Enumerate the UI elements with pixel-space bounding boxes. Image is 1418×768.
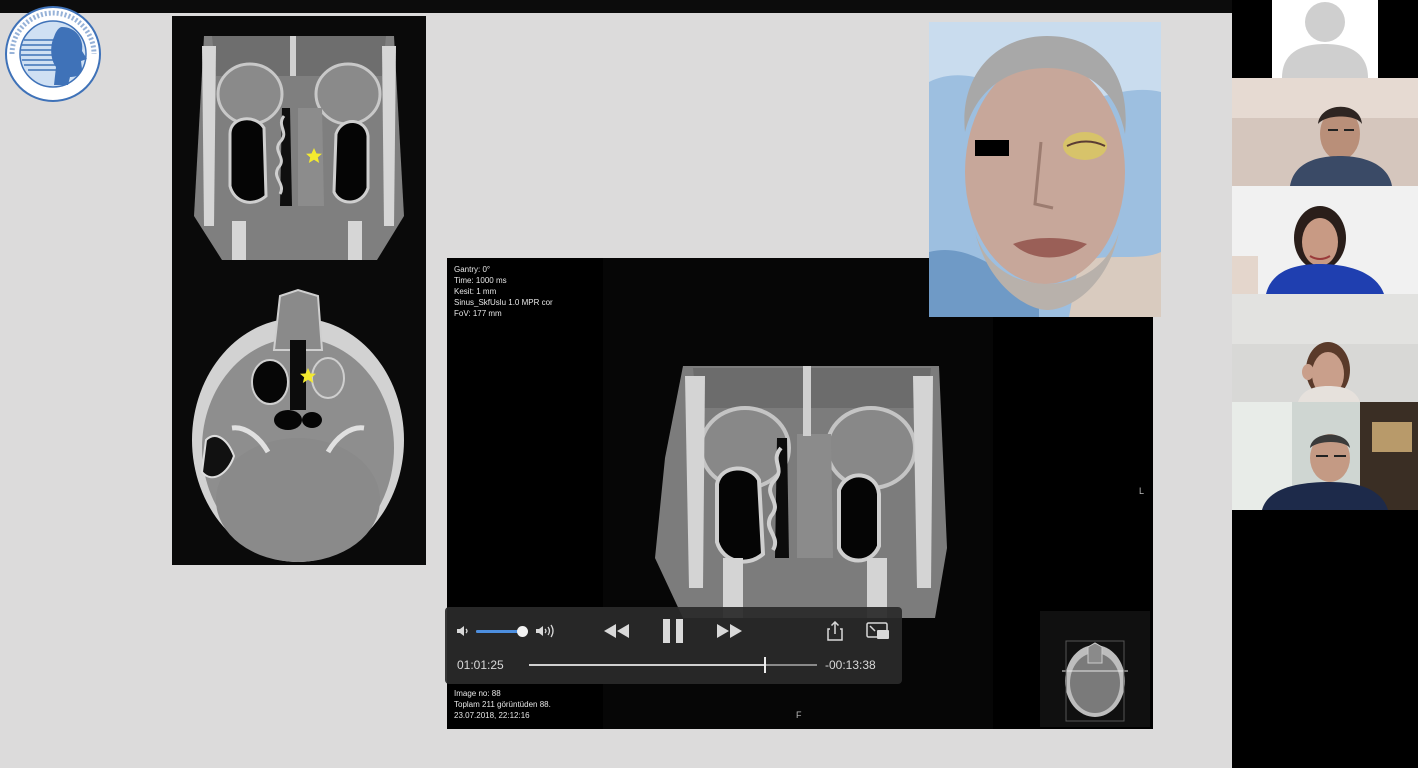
meta-line: Time: 1000 ms — [454, 276, 507, 285]
volume-slider[interactable] — [476, 626, 528, 637]
picture-in-picture-icon[interactable] — [866, 622, 890, 645]
participant-tile-1[interactable] — [1232, 0, 1418, 78]
speaker-high-icon[interactable] — [534, 623, 558, 644]
patient-photo — [929, 22, 1161, 317]
fast-forward-icon[interactable] — [716, 622, 744, 645]
volume-slider-handle[interactable] — [516, 626, 528, 637]
participant-tile-2[interactable] — [1232, 78, 1418, 186]
progress-fill — [529, 664, 766, 666]
meta-line: FoV: 177 mm — [454, 309, 502, 318]
meta-line: Kesit: 1 mm — [454, 287, 497, 296]
ct-coronal-image — [172, 16, 426, 260]
elapsed-time: 01:01:25 — [457, 658, 504, 672]
scout-thumbnail — [1040, 611, 1150, 727]
meta-line: 23.07.2018, 22:12:16 — [454, 711, 530, 720]
volume-slider-fill — [476, 630, 522, 633]
avatar-icon — [1305, 2, 1345, 42]
pause-icon[interactable] — [661, 618, 685, 649]
society-logo — [4, 5, 102, 103]
share-icon[interactable] — [827, 620, 843, 646]
top-bar — [0, 0, 1232, 13]
progress-handle[interactable] — [764, 657, 767, 673]
orientation-label-bottom: F — [796, 710, 802, 720]
viewer-metadata-top: Gantry: 0° Time: 1000 ms Kesit: 1 mm Sin… — [454, 264, 553, 319]
speaker-low-icon[interactable] — [455, 623, 471, 644]
meta-line: Sinus_SkfUslu 1.0 MPR cor — [454, 298, 553, 307]
meta-line: Image no: 88 — [454, 689, 501, 698]
ct-axial-image — [172, 260, 426, 565]
participants-panel — [1232, 0, 1418, 768]
viewer-metadata-bottom: Image no: 88 Toplam 211 görüntüden 88. 2… — [454, 688, 551, 721]
meta-line: Toplam 211 görüntüden 88. — [454, 700, 551, 709]
remaining-time: -00:13:38 — [825, 658, 876, 672]
participant-tile-3[interactable] — [1232, 186, 1418, 294]
progress-scrubber[interactable] — [529, 657, 817, 673]
video-player-controls[interactable]: 01:01:25 -00:13:38 — [445, 607, 902, 684]
participant-tile-5[interactable] — [1232, 402, 1418, 510]
rewind-icon[interactable] — [602, 622, 630, 645]
participant-tile-4[interactable] — [1232, 294, 1418, 402]
orientation-label-right: L — [1139, 486, 1145, 496]
meta-line: Gantry: 0° — [454, 265, 491, 274]
